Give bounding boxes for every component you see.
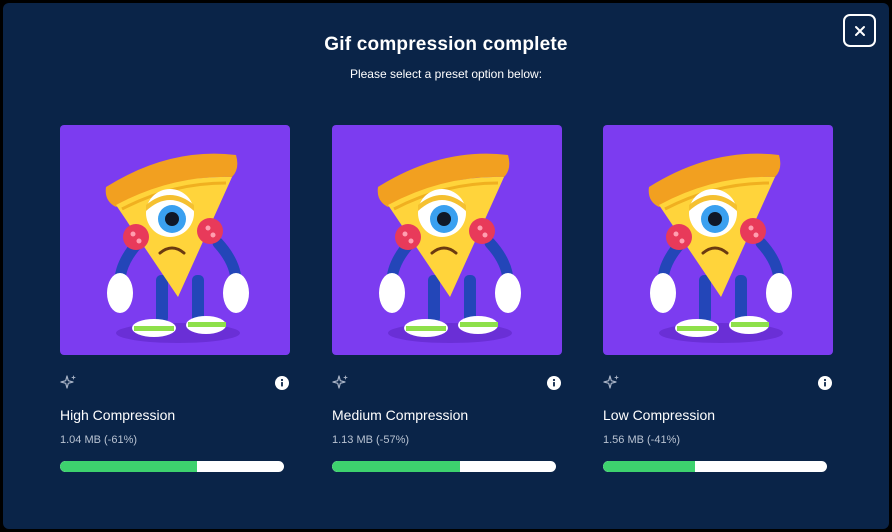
info-icon[interactable] xyxy=(818,376,832,390)
gif-preview[interactable] xyxy=(332,125,562,355)
preset-size: 1.13 MB (-57%) xyxy=(332,434,410,446)
progress-fill xyxy=(332,461,460,472)
info-icon[interactable] xyxy=(275,376,289,390)
sparkle-icon xyxy=(603,374,620,391)
preset-card-low[interactable]: Low Compression 1.56 MB (-41%) xyxy=(603,125,835,480)
progress-fill xyxy=(603,461,695,472)
gif-preview[interactable] xyxy=(60,125,290,355)
compression-progress-bar xyxy=(332,461,556,472)
preset-size: 1.56 MB (-41%) xyxy=(603,434,681,446)
compression-progress-bar xyxy=(60,461,284,472)
pizza-character-image xyxy=(105,153,249,343)
preset-name: Medium Compression xyxy=(332,407,469,423)
preset-size: 1.04 MB (-61%) xyxy=(60,434,138,446)
preset-card-medium[interactable]: Medium Compression 1.13 MB (-57%) xyxy=(332,125,564,480)
preset-name: Low Compression xyxy=(603,407,716,423)
sparkle-icon xyxy=(332,374,349,391)
progress-fill xyxy=(60,461,197,472)
info-icon[interactable] xyxy=(547,376,561,390)
dialog-title: Gif compression complete xyxy=(324,34,568,55)
sparkle-icon xyxy=(60,374,77,391)
gif-preview[interactable] xyxy=(603,125,833,355)
dialog-subtitle: Please select a preset option below: xyxy=(349,67,543,81)
compression-progress-bar xyxy=(603,461,827,472)
preset-name: High Compression xyxy=(60,407,176,423)
pizza-character-image xyxy=(648,153,792,343)
preset-card-high[interactable]: High Compression 1.04 MB (-61%) xyxy=(60,125,292,480)
pizza-character-image xyxy=(377,153,521,343)
